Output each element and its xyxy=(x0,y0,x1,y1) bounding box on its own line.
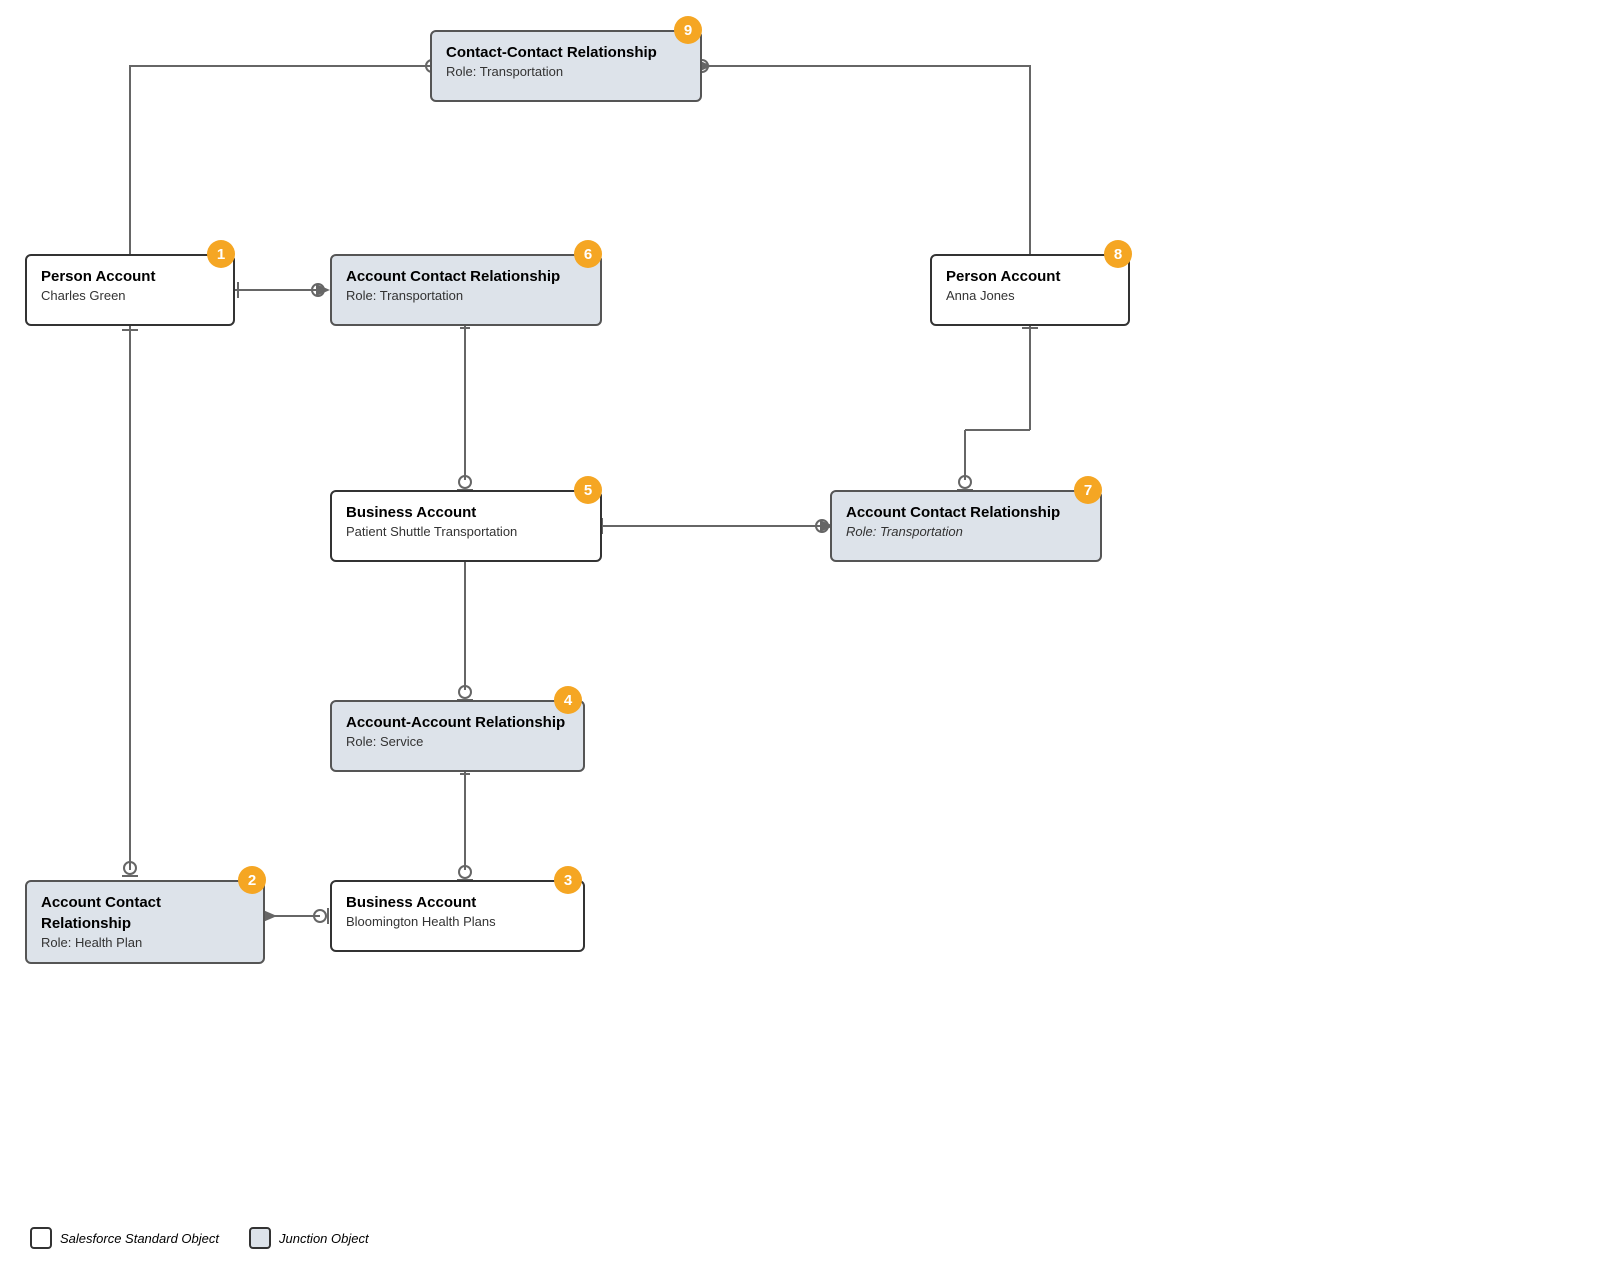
badge-7: 7 xyxy=(1074,476,1102,504)
legend-junction-object: Junction Object xyxy=(249,1227,369,1249)
node-9-title: Contact-Contact Relationship xyxy=(446,42,686,63)
node-5-title: Business Account xyxy=(346,502,586,523)
diagram-container: Person Account Charles Green 1 Account C… xyxy=(0,0,1600,1180)
node-2: Account Contact Relationship Role: Healt… xyxy=(25,880,265,964)
badge-3: 3 xyxy=(554,866,582,894)
node-8-subtitle: Anna Jones xyxy=(946,287,1114,305)
node-2-title: Account Contact Relationship xyxy=(41,892,249,934)
badge-5: 5 xyxy=(574,476,602,504)
legend-standard-label: Salesforce Standard Object xyxy=(60,1231,219,1246)
node-7: Account Contact Relationship Role: Trans… xyxy=(830,490,1102,562)
legend-standard-object: Salesforce Standard Object xyxy=(30,1227,219,1249)
badge-4: 4 xyxy=(554,686,582,714)
node-5-subtitle: Patient Shuttle Transportation xyxy=(346,523,586,541)
badge-1: 1 xyxy=(207,240,235,268)
connectors-svg xyxy=(0,0,1600,1180)
node-7-title: Account Contact Relationship xyxy=(846,502,1086,523)
badge-8: 8 xyxy=(1104,240,1132,268)
badge-6: 6 xyxy=(574,240,602,268)
node-4-title: Account-Account Relationship xyxy=(346,712,569,733)
node-1: Person Account Charles Green xyxy=(25,254,235,326)
node-3-title: Business Account xyxy=(346,892,569,913)
node-9: Contact-Contact Relationship Role: Trans… xyxy=(430,30,702,102)
node-2-subtitle: Role: Health Plan xyxy=(41,934,249,952)
legend-gray-box xyxy=(249,1227,271,1249)
node-9-subtitle: Role: Transportation xyxy=(446,63,686,81)
node-8-title: Person Account xyxy=(946,266,1114,287)
legend: Salesforce Standard Object Junction Obje… xyxy=(30,1227,369,1249)
legend-junction-label: Junction Object xyxy=(279,1231,369,1246)
node-6: Account Contact Relationship Role: Trans… xyxy=(330,254,602,326)
badge-2: 2 xyxy=(238,866,266,894)
legend-white-box xyxy=(30,1227,52,1249)
badge-9: 9 xyxy=(674,16,702,44)
node-8: Person Account Anna Jones xyxy=(930,254,1130,326)
node-6-subtitle: Role: Transportation xyxy=(346,287,586,305)
node-4-subtitle: Role: Service xyxy=(346,733,569,751)
node-4: Account-Account Relationship Role: Servi… xyxy=(330,700,585,772)
node-6-title: Account Contact Relationship xyxy=(346,266,586,287)
node-3: Business Account Bloomington Health Plan… xyxy=(330,880,585,952)
node-3-subtitle: Bloomington Health Plans xyxy=(346,913,569,931)
node-5: Business Account Patient Shuttle Transpo… xyxy=(330,490,602,562)
node-1-title: Person Account xyxy=(41,266,219,287)
node-1-subtitle: Charles Green xyxy=(41,287,219,305)
node-7-subtitle: Role: Transportation xyxy=(846,523,1086,541)
